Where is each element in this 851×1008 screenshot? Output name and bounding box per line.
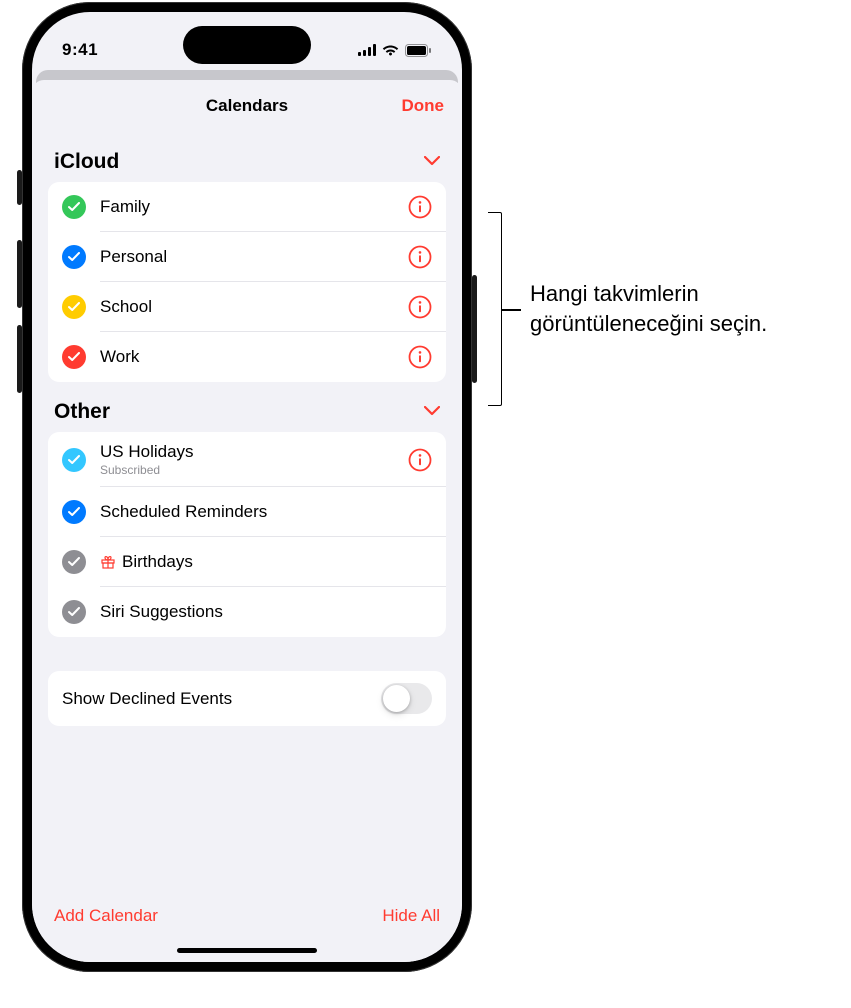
toggle-knob bbox=[383, 685, 410, 712]
calendar-label: Personal bbox=[100, 247, 408, 267]
callout-bracket bbox=[488, 212, 502, 406]
checkmark-icon[interactable] bbox=[62, 500, 86, 524]
calendar-label: Family bbox=[100, 197, 408, 217]
calendar-label: Work bbox=[100, 347, 408, 367]
callout-text: Hangi takvimlerin görüntüleneceğini seçi… bbox=[530, 279, 767, 338]
checkmark-icon[interactable] bbox=[62, 195, 86, 219]
side-button-power bbox=[472, 275, 477, 383]
wifi-icon bbox=[382, 44, 399, 56]
calendar-label: Siri Suggestions bbox=[100, 602, 432, 622]
checkmark-icon[interactable] bbox=[62, 295, 86, 319]
calendar-row-personal[interactable]: Personal bbox=[48, 232, 446, 282]
chevron-down-icon[interactable] bbox=[424, 403, 440, 421]
phone-frame: 9:41 Calendars Done bbox=[22, 2, 472, 972]
calendar-label: Birthdays bbox=[122, 552, 193, 572]
info-icon[interactable] bbox=[408, 345, 432, 369]
calendar-row-birthdays[interactable]: Birthdays bbox=[48, 537, 446, 587]
info-icon[interactable] bbox=[408, 448, 432, 472]
calendar-row-work[interactable]: Work bbox=[48, 332, 446, 382]
calendar-row-scheduled-reminders[interactable]: Scheduled Reminders bbox=[48, 487, 446, 537]
calendar-row-siri-suggestions[interactable]: Siri Suggestions bbox=[48, 587, 446, 637]
checkmark-icon[interactable] bbox=[62, 245, 86, 269]
cellular-icon bbox=[358, 44, 376, 56]
checkmark-icon[interactable] bbox=[62, 345, 86, 369]
nav-bar: Calendars Done bbox=[32, 80, 462, 132]
calendar-row-family[interactable]: Family bbox=[48, 182, 446, 232]
callout-line-1: Hangi takvimlerin bbox=[530, 281, 699, 306]
page-title: Calendars bbox=[206, 96, 288, 116]
section-title-other: Other bbox=[54, 400, 110, 424]
done-button[interactable]: Done bbox=[402, 96, 445, 116]
info-icon[interactable] bbox=[408, 195, 432, 219]
section-header-icloud: iCloud bbox=[48, 132, 446, 182]
battery-icon bbox=[405, 44, 432, 57]
other-calendar-list: US Holidays Subscribed Scheduled Re bbox=[48, 432, 446, 637]
checkmark-icon[interactable] bbox=[62, 600, 86, 624]
calendar-label: US Holidays bbox=[100, 442, 408, 462]
checkmark-icon[interactable] bbox=[62, 448, 86, 472]
show-declined-toggle[interactable] bbox=[381, 683, 432, 714]
section-title-icloud: iCloud bbox=[54, 150, 119, 174]
calendars-sheet: Calendars Done iCloud bbox=[32, 80, 462, 962]
section-header-other: Other bbox=[48, 382, 446, 432]
icloud-calendar-list: Family Personal bbox=[48, 182, 446, 382]
checkmark-icon[interactable] bbox=[62, 550, 86, 574]
phone-screen: 9:41 Calendars Done bbox=[32, 12, 462, 962]
status-time: 9:41 bbox=[62, 40, 98, 60]
callout-line-2: görüntüleneceğini seçin. bbox=[530, 311, 767, 336]
gift-icon bbox=[100, 554, 116, 570]
calendar-label: Scheduled Reminders bbox=[100, 502, 432, 522]
add-calendar-button[interactable]: Add Calendar bbox=[54, 906, 158, 926]
annotation-callout: Hangi takvimlerin görüntüleneceğini seçi… bbox=[488, 212, 767, 406]
calendar-label: School bbox=[100, 297, 408, 317]
hide-all-button[interactable]: Hide All bbox=[382, 906, 440, 926]
dynamic-island bbox=[183, 26, 311, 64]
scroll-content[interactable]: iCloud Family bbox=[32, 132, 462, 892]
home-indicator[interactable] bbox=[177, 948, 317, 953]
show-declined-row: Show Declined Events bbox=[48, 671, 446, 726]
info-icon[interactable] bbox=[408, 295, 432, 319]
show-declined-label: Show Declined Events bbox=[62, 689, 232, 709]
calendar-row-us-holidays[interactable]: US Holidays Subscribed bbox=[48, 432, 446, 487]
calendar-row-school[interactable]: School bbox=[48, 282, 446, 332]
calendar-sublabel: Subscribed bbox=[100, 463, 408, 477]
info-icon[interactable] bbox=[408, 245, 432, 269]
chevron-down-icon[interactable] bbox=[424, 153, 440, 171]
